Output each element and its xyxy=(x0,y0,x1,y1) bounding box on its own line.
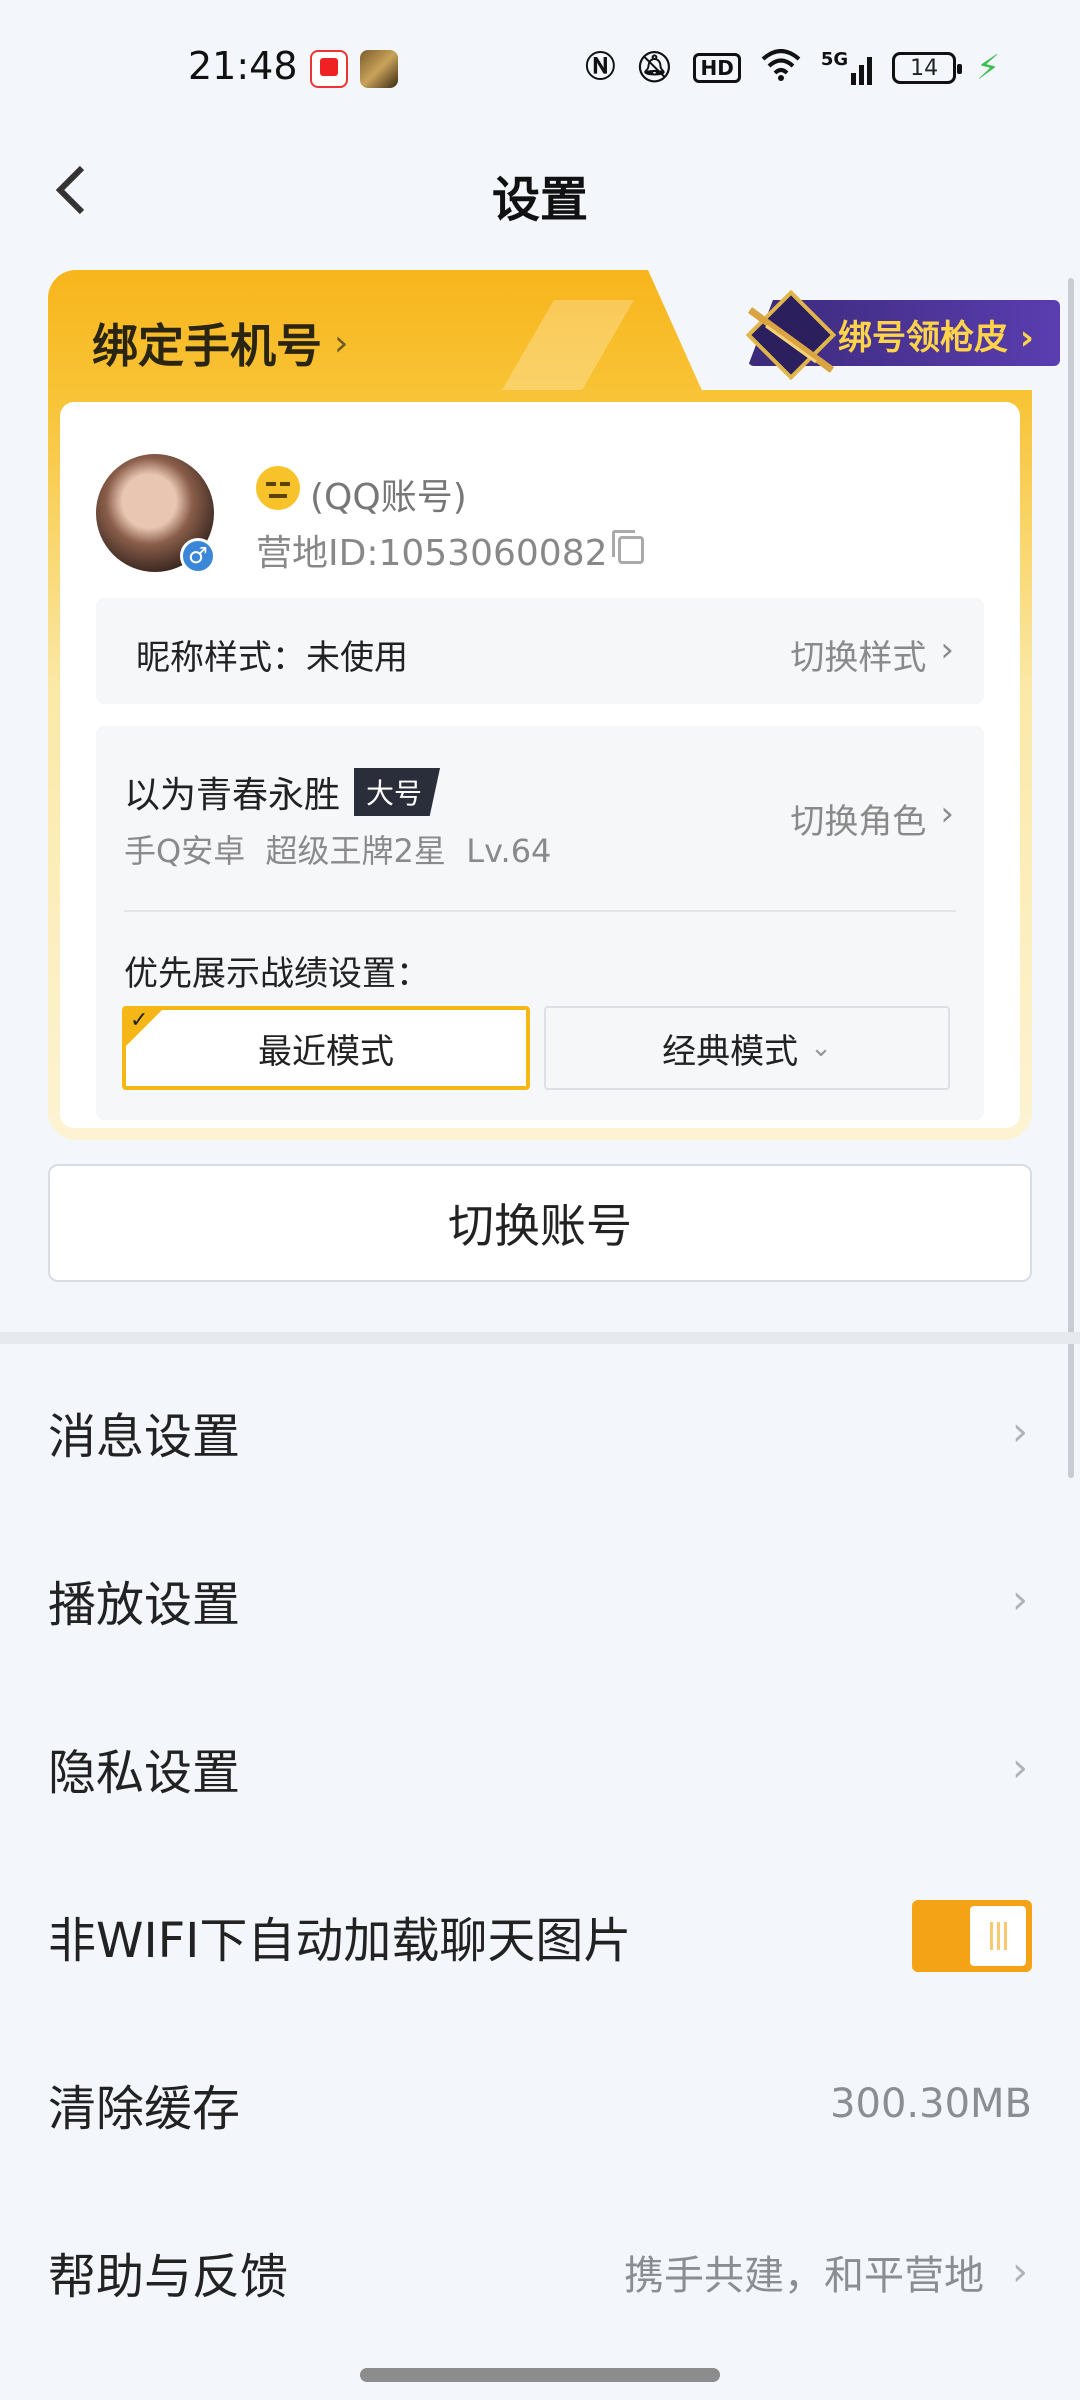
toggle-knob xyxy=(970,1906,1026,1966)
help-slogan: 携手共建，和平营地 xyxy=(624,2253,984,2299)
male-gender-icon: ♂ xyxy=(180,538,216,574)
chevron-right-icon: › xyxy=(334,322,349,364)
chevron-right-icon: › xyxy=(940,794,954,834)
role-info: 手Q安卓 超级王牌2星 Lv.64 xyxy=(124,832,552,870)
chevron-right-icon: › xyxy=(1012,2249,1028,2295)
nickname-style-row[interactable]: 昵称样式：未使用 切换样式 › xyxy=(96,598,984,704)
camp-id-text: 营地ID:1053060082 xyxy=(256,533,608,574)
settings-item-label: 帮助与反馈 xyxy=(48,2249,289,2305)
main-account-badge: 大号 xyxy=(354,768,441,816)
status-time: 21:48 xyxy=(188,44,298,88)
header: 设置 xyxy=(0,140,1080,240)
notification-game-icon xyxy=(360,50,398,88)
charging-icon: ⚡ xyxy=(976,48,1000,88)
classic-mode-label: 经典模式 xyxy=(662,1031,799,1072)
switch-role-label: 切换角色 xyxy=(790,802,927,842)
chevron-right-icon: › xyxy=(1012,1745,1028,1791)
settings-item-label: 播放设置 xyxy=(48,1577,241,1633)
chevron-right-icon: › xyxy=(1012,1577,1028,1623)
recent-mode-button[interactable]: ✓ 最近模式 xyxy=(122,1006,530,1090)
recent-mode-label: 最近模式 xyxy=(258,1031,394,1072)
bind-phone-label: 绑定手机号 xyxy=(92,319,322,373)
settings-item-clear-cache[interactable]: 清除缓存 300.30MB xyxy=(0,2020,1080,2188)
page-title: 设置 xyxy=(491,172,588,228)
nickname-style-label: 昵称样式：未使用 xyxy=(136,638,408,678)
battery-level: 14 xyxy=(910,55,939,81)
role-name-text: 以为青春永胜 xyxy=(124,775,341,816)
notification-app-icon xyxy=(310,50,348,88)
switch-role-link[interactable]: 切换角色 › xyxy=(790,794,954,843)
wifi-icon xyxy=(761,49,801,87)
record-pref-label: 优先展示战绩设置： xyxy=(124,954,430,994)
camp-id: 营地ID:1053060082 xyxy=(256,524,644,576)
chevron-right-icon: › xyxy=(1019,318,1034,358)
chevron-right-icon: › xyxy=(940,630,954,670)
account-card: 绑定手机号 › 绑号领枪皮 › ♂ (QQ账号) 营地ID:1053060082… xyxy=(48,270,1060,1140)
auto-load-toggle[interactable] xyxy=(912,1900,1032,1972)
settings-item-message[interactable]: 消息设置 › xyxy=(0,1348,1080,1516)
chevron-down-icon: ⌄ xyxy=(810,1033,832,1063)
game-role-panel: 以为青春永胜 大号 手Q安卓 超级王牌2星 Lv.64 切换角色 › 优先展示战… xyxy=(96,726,984,1120)
switch-style-link[interactable]: 切换样式 › xyxy=(790,630,954,679)
settings-item-privacy[interactable]: 隐私设置 › xyxy=(0,1684,1080,1852)
switch-style-label: 切换样式 xyxy=(790,638,927,678)
settings-item-auto-load-images: 非WIFI下自动加载聊天图片 xyxy=(0,1852,1080,2020)
bind-phone-link[interactable]: 绑定手机号 › xyxy=(92,310,348,376)
settings-item-label: 隐私设置 xyxy=(48,1745,241,1801)
settings-item-help[interactable]: 帮助与反馈 携手共建，和平营地 › xyxy=(0,2188,1080,2356)
scrollbar[interactable] xyxy=(1068,278,1074,1478)
settings-item-label: 非WIFI下自动加载聊天图片 xyxy=(48,1913,632,1969)
home-indicator[interactable] xyxy=(360,2368,720,2382)
settings-item-playback[interactable]: 播放设置 › xyxy=(0,1516,1080,1684)
nfc-icon: Ⓝ xyxy=(585,50,616,85)
signal-icon: 5G xyxy=(821,51,873,85)
check-icon: ✓ xyxy=(130,1008,149,1033)
status-bar: 21:48 Ⓝ 🔕︎ HD 5G 14 ⚡ xyxy=(0,0,1080,130)
gun-skin-icon xyxy=(745,289,837,381)
account-name: (QQ账号) xyxy=(310,477,467,518)
neutral-face-emoji-icon xyxy=(256,466,300,510)
chevron-right-icon: › xyxy=(1012,1409,1028,1455)
section-divider xyxy=(0,1332,1080,1344)
cache-size: 300.30MB xyxy=(830,2081,1032,2127)
promo-label[interactable]: 绑号领枪皮 › xyxy=(838,310,1034,359)
classic-mode-dropdown[interactable]: 经典模式 ⌄ xyxy=(544,1006,950,1090)
hd-icon: HD xyxy=(693,53,741,83)
switch-account-button[interactable]: 切换账号 xyxy=(48,1164,1032,1282)
settings-item-label: 清除缓存 xyxy=(48,2081,241,2137)
divider xyxy=(124,910,956,912)
copy-icon[interactable] xyxy=(611,530,644,564)
account-card-body: ♂ (QQ账号) 营地ID:1053060082 昵称样式：未使用 切换样式 ›… xyxy=(60,402,1020,1128)
mute-icon: 🔕︎ xyxy=(635,50,674,85)
battery-icon: 14 xyxy=(892,52,963,84)
settings-item-label: 消息设置 xyxy=(48,1409,241,1465)
role-name: 以为青春永胜 大号 xyxy=(124,766,441,818)
